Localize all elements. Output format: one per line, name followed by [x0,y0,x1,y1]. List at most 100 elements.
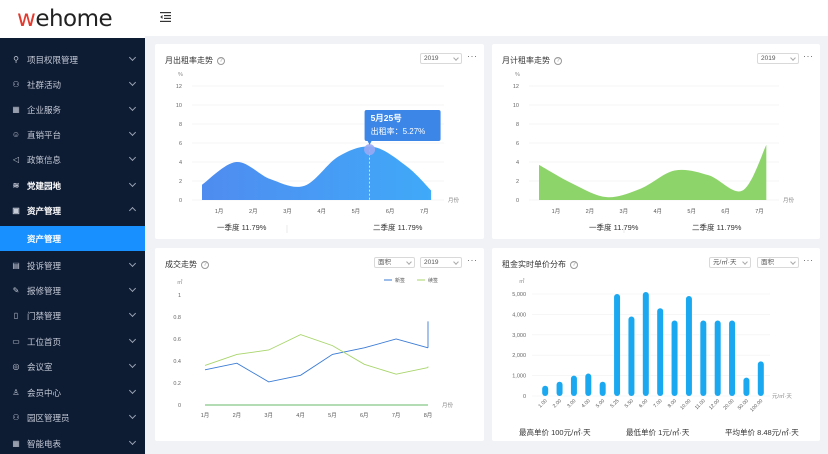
chevron-down-icon [128,386,137,395]
sidebar-item-label: 会员中心 [27,387,62,398]
sidebar-item-party-garden[interactable]: ≋ 党建园地 [0,173,145,198]
y-tick-label: 5,000 [512,292,526,298]
x-tick-label: 3月 [283,208,292,215]
sidebar-item-label: 会议室 [27,361,53,372]
y-unit-label: ㎡ [177,278,183,286]
x-tick-label: 6月 [386,208,395,215]
x-tick-label: 8月 [424,412,433,419]
x-tick-label: 3月 [620,208,629,215]
bar [714,320,721,396]
x-tick-label: 7月 [420,208,429,215]
x-tick-label: 3月 [264,412,273,419]
sidebar-item-label: 社群活动 [27,79,62,90]
tooltip-title: 5月25号 [371,113,403,123]
sidebar-item-access-control[interactable]: ▯ 门禁管理 [0,303,145,328]
rent-distribution-chart: ㎡ 5,000 4,000 3,000 2,000 1,000 0 1.00 2.00 3.00 4… [512,277,792,413]
x-tick-label: 7月 [755,208,764,215]
menu-collapse-icon[interactable] [160,12,171,22]
y-tick-label: 4 [179,160,182,166]
logo[interactable]: wehome [17,6,113,32]
q2-rate: 二季度 11.79% [373,223,423,232]
sidebar-item-member-center[interactable]: ♙ 会员中心 [0,380,145,405]
bar [743,377,750,396]
y-tick-label: 4 [516,160,519,166]
bar [657,308,664,396]
bar [614,294,621,396]
bar [757,361,764,396]
sidebar-item-repair[interactable]: ✎ 报修管理 [0,278,145,303]
x-tick-label: 4月 [317,208,326,215]
bar [642,291,649,396]
sidebar-item-complaint[interactable]: ▤ 投诉管理 [0,253,145,278]
sidebar-item-smart-meter[interactable]: ▦ 智能电表 [0,431,145,454]
min-price: 最低单价 1元/㎡·天 [626,428,690,437]
complaint-icon: ▤ [12,261,20,270]
x-tick-label: 5.25 [609,398,620,409]
area-series [202,146,432,200]
x-unit-label: 月份 [783,196,795,204]
y-tick-label: 2 [179,179,182,185]
sidebar-item-meeting-room[interactable]: ◎ 会议室 [0,354,145,379]
y-tick-label: 4,000 [512,312,526,318]
logo-prefix: w [17,6,36,32]
x-unit-label: 月份 [448,196,460,204]
chevron-down-icon [128,179,137,188]
y-tick-label: 6 [516,141,519,147]
sidebar-item-direct-sales[interactable]: ☺ 直销平台 [0,122,145,147]
y-tick-label: 10 [176,103,182,109]
y-tick-label: 2,000 [512,353,526,359]
rental-rate-chart: % 12 10 8 6 4 2 0 1月 2月 3月 4月 5月 6月 7月 月份 5月25号出租率：5.27% [176,72,460,233]
x-tick-label: 1.00 [537,398,548,409]
sidebar-item-label: 资产管理 [27,205,62,216]
sidebar-item-workstation[interactable]: ▭ 工位首页 [0,329,145,354]
x-tick-label: 5.50 [624,398,635,409]
bar [700,320,707,396]
wifi-icon: ≋ [12,181,20,190]
x-tick-label: 6月 [360,412,369,419]
sidebar-item-label: 智能电表 [27,438,62,449]
x-unit-label: 元/㎡·天 [772,392,792,400]
y-tick-label: 0 [516,198,519,204]
sidebar-item-project-permission[interactable]: ⚲ 项目权限管理 [0,47,145,72]
x-tick-label: 5月 [352,208,361,215]
avg-price: 平均单价 8.48元/㎡·天 [725,428,799,437]
y-tick-label: 0.6 [173,337,181,343]
top-header [145,0,828,36]
x-tick-label: 10.00 [679,398,692,411]
x-tick-label: 6月 [721,208,730,215]
y-tick-label: 6 [179,141,182,147]
sidebar-item-asset-management-sub[interactable]: 资产管理 [0,226,145,251]
x-tick-label: 5月 [687,208,696,215]
deal-trend-chart: ㎡ 1 0.8 0.6 0.4 0.2 0 1月 2月 3月 4月 5月 6月 7月 8月 月份 新签 续签 [173,277,453,419]
x-tick-label: 8.00 [667,398,678,409]
chevron-down-icon [128,153,137,162]
key-icon: ⚲ [13,55,19,64]
chevron-down-icon [128,53,137,62]
sidebar-item-community[interactable]: ⚇ 社群活动 [0,72,145,97]
sidebar-item-label: 工位首页 [27,336,62,347]
chevron-up-icon [128,206,137,215]
sidebar-item-label: 园区管理员 [27,412,70,423]
logo-area: wehome [0,0,145,38]
chevron-down-icon [128,284,137,293]
sidebar-item-asset-management[interactable]: ▣ 资产管理 [0,198,145,223]
y-tick-label: 12 [176,84,182,90]
x-tick-label: 2月 [249,208,258,215]
y-tick-label: 1,000 [512,374,526,380]
sidebar-item-policy-info[interactable]: ◁ 政策信息 [0,147,145,172]
q2-rate: 二季度 11.79% [692,223,742,232]
x-tick-label: 3.00 [566,398,577,409]
bar [671,320,678,396]
x-tick-label: 1月 [201,412,210,419]
q1-rate: 一季度 11.79% [589,223,639,232]
sidebar-item-park-admin[interactable]: ⚇ 园区管理员 [0,405,145,430]
legend-label-new: 新签 [395,277,405,284]
sidebar-item-label: 资产管理 [27,233,62,244]
x-tick-label: 6.00 [638,398,649,409]
tooltip-marker [364,144,376,156]
billing-rate-card: 月计租率走势? 2019 ··· % 12 10 8 6 4 2 0 1月 2月 3月 4月 5月 6月 7… [492,44,820,239]
y-unit-label: ㎡ [519,277,525,285]
sidebar-item-enterprise-service[interactable]: ▦ 企业服务 [0,97,145,122]
y-tick-label: 0 [523,394,526,400]
x-tick-label: 2月 [586,208,595,215]
